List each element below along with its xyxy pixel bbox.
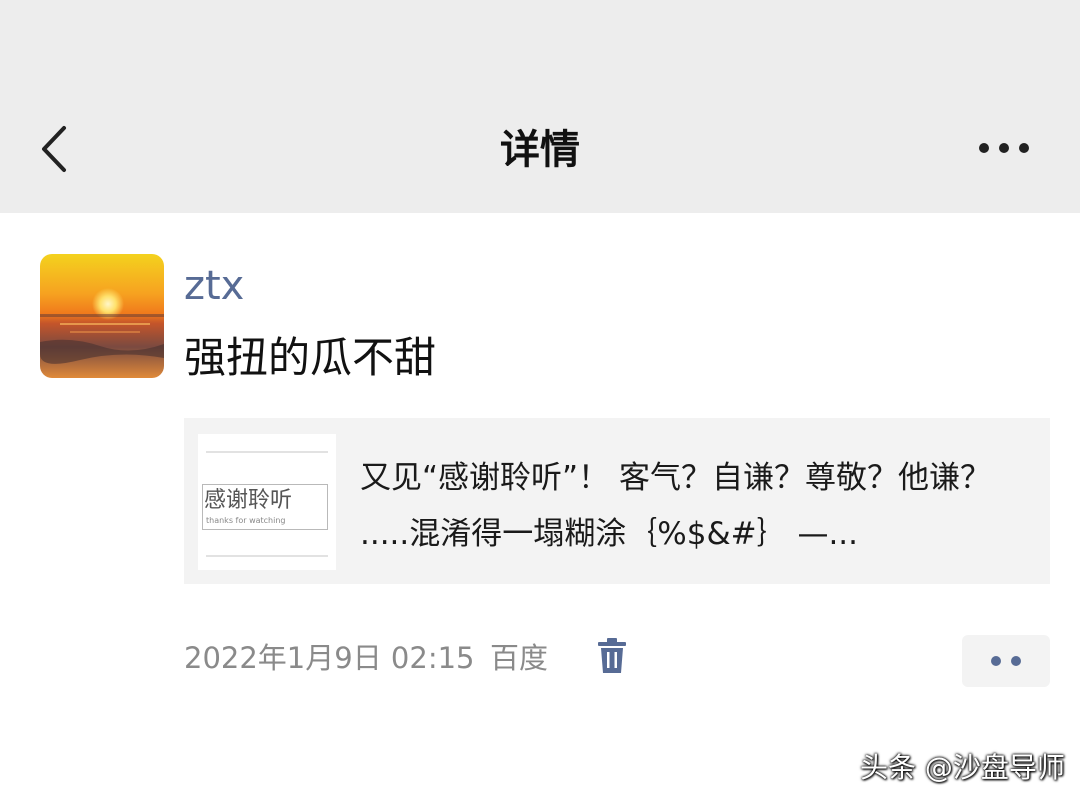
- thumbnail-subtitle: thanks for watching: [206, 516, 286, 525]
- top-navbar: 详情: [0, 0, 1080, 213]
- more-horizontal-icon[interactable]: [972, 128, 1036, 168]
- sunset-avatar[interactable]: [40, 254, 164, 378]
- comment-like-button[interactable]: [962, 635, 1050, 687]
- page-title: 详情: [500, 127, 580, 173]
- link-title: 又见“感谢聆听”！ 客气？自谦？尊敬？他谦？ .....混淆得一塌糊涂｛%$&#…: [360, 460, 991, 552]
- post-source[interactable]: 百度: [490, 638, 548, 678]
- watermark: 头条 @沙盘导师: [860, 751, 1065, 784]
- shared-link-card[interactable]: 感谢聆听 thanks for watching 又见“感谢聆听”！ 客气？自谦…: [184, 418, 1050, 584]
- two-dots-icon: [991, 656, 1021, 666]
- thumbnail-title: 感谢聆听: [204, 488, 293, 513]
- link-thumbnail: 感谢聆听 thanks for watching: [198, 434, 336, 570]
- post-timestamp: 2022年1月9日 02:15: [184, 641, 475, 675]
- post-text: 强扭的瓜不甜: [184, 333, 437, 382]
- trash-icon[interactable]: [596, 637, 628, 675]
- username[interactable]: ztx: [184, 262, 244, 310]
